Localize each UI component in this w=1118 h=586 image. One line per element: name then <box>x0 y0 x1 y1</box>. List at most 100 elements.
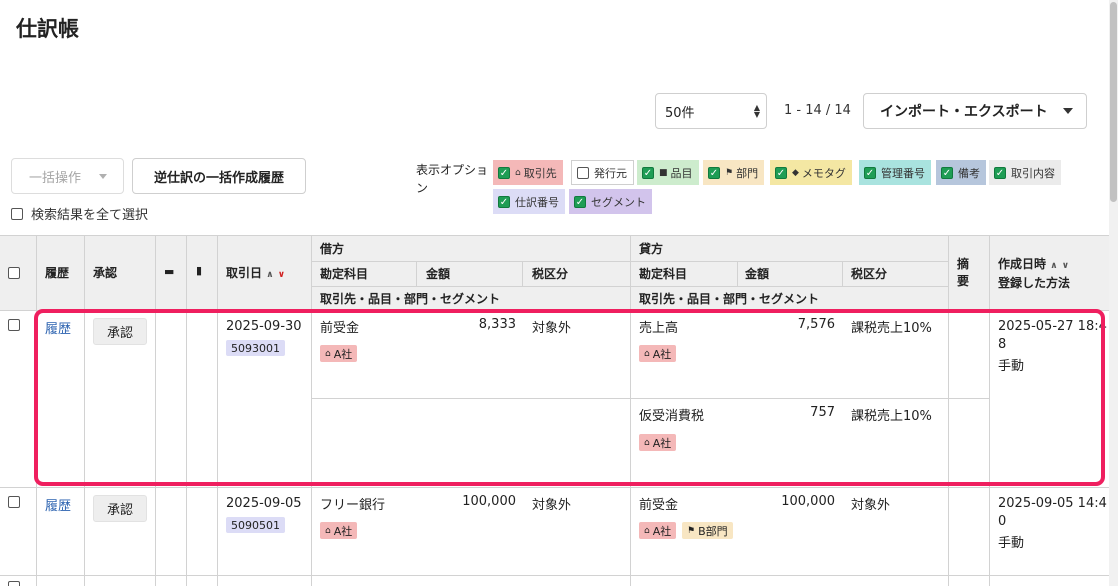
option-chip[interactable]: ✓ ◆ メモタグ <box>770 160 852 185</box>
select-all-checkbox[interactable] <box>11 207 23 220</box>
partner-tag-label: A社 <box>333 524 353 538</box>
bulk-action-button[interactable]: 一括操作 <box>11 158 124 194</box>
house-icon: ⌂ <box>644 437 650 448</box>
house-icon: ⌂ <box>644 348 650 359</box>
option-chip[interactable]: ✓ セグメント <box>569 189 652 214</box>
sort-asc-icon[interactable]: ∧ <box>1050 261 1057 271</box>
briefcase-icon: ■ <box>659 167 668 178</box>
partner-tag: ⌂ A社 <box>639 434 677 451</box>
checkbox-checked-icon: ✓ <box>941 166 953 179</box>
transaction-date: 2025-09-05 <box>226 496 302 511</box>
bulk-action-label: 一括操作 <box>29 170 82 186</box>
option-label: 備考 <box>958 166 980 180</box>
sort-desc-icon[interactable]: ∨ <box>1062 261 1069 271</box>
sort-desc-icon[interactable]: ∨ <box>278 270 285 280</box>
option-label: 取引先 <box>523 166 557 180</box>
grid-line <box>0 487 1109 488</box>
updown-arrows-icon: ▲ ▼ <box>753 103 760 119</box>
select-all[interactable]: 検索結果を全て選択 <box>11 204 148 223</box>
option-label: セグメント <box>591 195 646 209</box>
credit-amount: 7,576 <box>797 317 835 332</box>
header-debit-amount: 金額 <box>426 267 451 281</box>
comment-icon: ▬ <box>164 265 175 278</box>
checkbox-checked-icon: ✓ <box>994 166 1006 179</box>
history-link[interactable]: 履歴 <box>45 318 71 337</box>
transaction-date: 2025-09-30 <box>226 319 302 334</box>
debit-account: フリー銀行 <box>320 498 386 513</box>
header-created-label: 作成日時 <box>998 257 1047 271</box>
credit-tax: 課税売上10% <box>851 321 932 336</box>
option-chip[interactable]: ✓ 取引内容 <box>989 160 1061 185</box>
checkbox-checked-icon: ✓ <box>574 195 586 208</box>
row-select-checkbox[interactable] <box>8 496 20 508</box>
header-credit-amount: 金額 <box>745 267 770 281</box>
pagination-info: 1 - 14 / 14 <box>784 103 851 118</box>
partner-tag: ⌂ A社 <box>320 522 358 539</box>
approve-label: 承認 <box>106 503 133 518</box>
partner-tag: ⌂ A社 <box>639 345 677 362</box>
header-debit: 借方 <box>320 242 345 256</box>
header-select-checkbox[interactable] <box>8 267 20 279</box>
grid-line <box>522 261 523 286</box>
row-select-checkbox[interactable] <box>8 581 20 586</box>
registration-method: 手動 <box>998 536 1025 551</box>
page-size-value: 50件 <box>665 105 695 121</box>
created-at-wrap: 0 <box>998 514 1007 529</box>
credit-tax: 課税売上10% <box>851 409 932 424</box>
option-chip[interactable]: ✓ 備考 <box>936 160 986 185</box>
history-link[interactable]: 履歴 <box>45 495 71 514</box>
option-label: 品目 <box>670 166 693 180</box>
credit-amount: 757 <box>810 405 835 420</box>
header-date[interactable]: 取引日 ∧ ∨ <box>226 264 285 281</box>
option-label: 部門 <box>736 166 759 180</box>
header-history: 履歴 <box>45 266 70 280</box>
caret-down-icon <box>99 174 107 179</box>
grid-line <box>842 261 843 286</box>
partner-tag-label: A社 <box>652 524 672 538</box>
credit-account: 売上高 <box>639 321 679 336</box>
option-label: メモタグ <box>801 166 846 180</box>
header-method: 登録した方法 <box>998 276 1071 290</box>
header-debit-account: 勘定科目 <box>320 267 369 281</box>
approve-button[interactable]: 承認 <box>93 318 147 345</box>
option-chip[interactable]: ✓ ⚑ 部門 <box>703 160 765 185</box>
option-chip[interactable]: ✓ ■ 品目 <box>637 160 699 185</box>
journal-number-badge: 5093001 <box>226 340 285 356</box>
debit-account: 前受金 <box>320 321 360 336</box>
grid-line <box>989 235 990 586</box>
approve-button[interactable]: 承認 <box>93 495 147 522</box>
sort-asc-icon[interactable]: ∧ <box>266 270 273 280</box>
option-chip[interactable]: ✓ 仕訳番号 <box>493 189 565 214</box>
created-at: 2025-05-27 18:4 <box>998 319 1107 334</box>
grid-line <box>948 235 949 586</box>
grid-line <box>84 235 85 586</box>
credit-amount: 100,000 <box>781 494 835 509</box>
option-chip[interactable]: 発行元 <box>571 160 634 185</box>
grid-line <box>737 261 738 286</box>
option-chip[interactable]: ✓ ⌂ 取引先 <box>493 160 563 185</box>
reverse-journal-history-button[interactable]: 逆仕訳の一括作成履歴 <box>132 158 306 194</box>
grid-line <box>0 310 1109 311</box>
grid-line <box>630 235 631 586</box>
scrollbar-thumb[interactable] <box>1110 2 1117 202</box>
row-select-checkbox[interactable] <box>8 319 20 331</box>
option-chip[interactable]: ✓ 管理番号 <box>859 160 931 185</box>
page-size-select[interactable]: 50件 ▲ ▼ <box>655 93 767 129</box>
approve-label: 承認 <box>106 326 133 341</box>
header-summary: 摘要 <box>957 257 970 288</box>
header-credit-sub: 取引先・品目・部門・セグメント <box>639 292 820 306</box>
header-debit-sub: 取引先・品目・部門・セグメント <box>320 292 501 306</box>
page-title: 仕訳帳 <box>16 17 79 41</box>
display-options-label: 表示オプション <box>416 163 489 195</box>
header-created[interactable]: 作成日時 ∧ ∨ <box>998 255 1069 272</box>
header-date-label: 取引日 <box>226 266 263 280</box>
checkbox-checked-icon: ✓ <box>775 166 787 179</box>
import-export-button[interactable]: インポート・エクスポート <box>863 93 1087 129</box>
grid-line <box>155 235 156 586</box>
grid-line <box>0 575 1109 576</box>
debit-amount: 8,333 <box>478 317 516 332</box>
header-debit-tax: 税区分 <box>532 267 569 281</box>
grid-line <box>416 261 417 286</box>
option-label: 管理番号 <box>881 166 925 180</box>
scrollbar[interactable] <box>1109 0 1118 586</box>
